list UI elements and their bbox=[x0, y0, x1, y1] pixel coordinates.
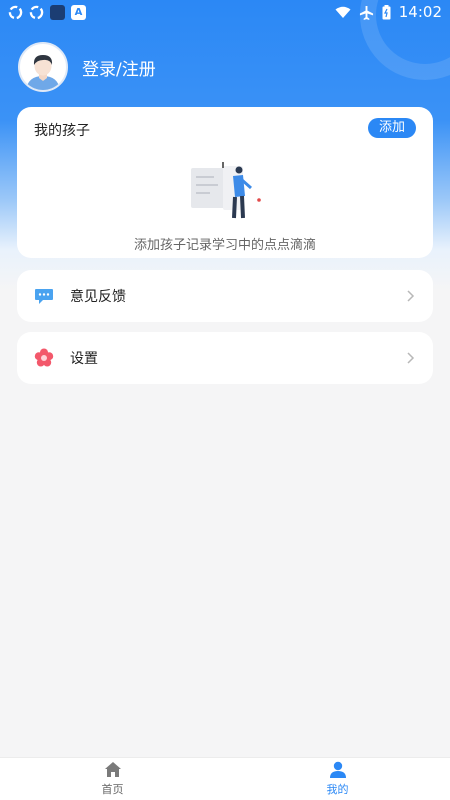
chevron-right-icon bbox=[407, 352, 415, 364]
card-title: 我的孩子 bbox=[34, 123, 90, 139]
airplane-icon bbox=[359, 5, 373, 20]
tab-home-label: 首页 bbox=[101, 783, 124, 796]
bottom-tab-bar: 首页 我的 bbox=[0, 757, 450, 800]
user-avatar-icon bbox=[26, 55, 60, 90]
clock: 14:02 bbox=[398, 3, 442, 21]
feedback-menu-item[interactable]: 意见反馈 bbox=[17, 270, 433, 322]
status-bar: A 14:02 bbox=[0, 0, 450, 24]
home-icon bbox=[104, 762, 121, 777]
chevron-right-icon bbox=[407, 290, 415, 302]
login-register-link[interactable]: 登录/注册 bbox=[82, 55, 156, 80]
battery-icon bbox=[382, 4, 391, 19]
my-children-card: 我的孩子 添加 添加孩子记录学习中的点点滴滴 bbox=[17, 107, 433, 258]
sync-icon bbox=[29, 5, 44, 19]
wifi-icon bbox=[335, 6, 351, 18]
tab-home[interactable]: 首页 bbox=[0, 758, 225, 800]
tab-mine[interactable]: 我的 bbox=[225, 758, 450, 800]
empty-state-text: 添加孩子记录学习中的点点滴滴 bbox=[133, 238, 316, 253]
chat-bubble-icon bbox=[33, 285, 55, 307]
user-icon bbox=[329, 761, 346, 778]
add-child-button[interactable]: 添加 bbox=[368, 118, 416, 138]
settings-label: 设置 bbox=[70, 351, 98, 367]
sync-icon bbox=[8, 5, 23, 19]
feedback-label: 意见反馈 bbox=[70, 289, 126, 305]
settings-menu-item[interactable]: 设置 bbox=[17, 332, 433, 384]
flower-settings-icon bbox=[33, 347, 55, 369]
empty-state-illustration bbox=[191, 162, 261, 219]
app-square-icon bbox=[50, 4, 65, 20]
a-square-icon: A bbox=[71, 4, 86, 20]
profile-header[interactable]: 登录/注册 bbox=[18, 42, 156, 92]
avatar[interactable] bbox=[18, 42, 68, 92]
tab-mine-label: 我的 bbox=[326, 783, 349, 796]
